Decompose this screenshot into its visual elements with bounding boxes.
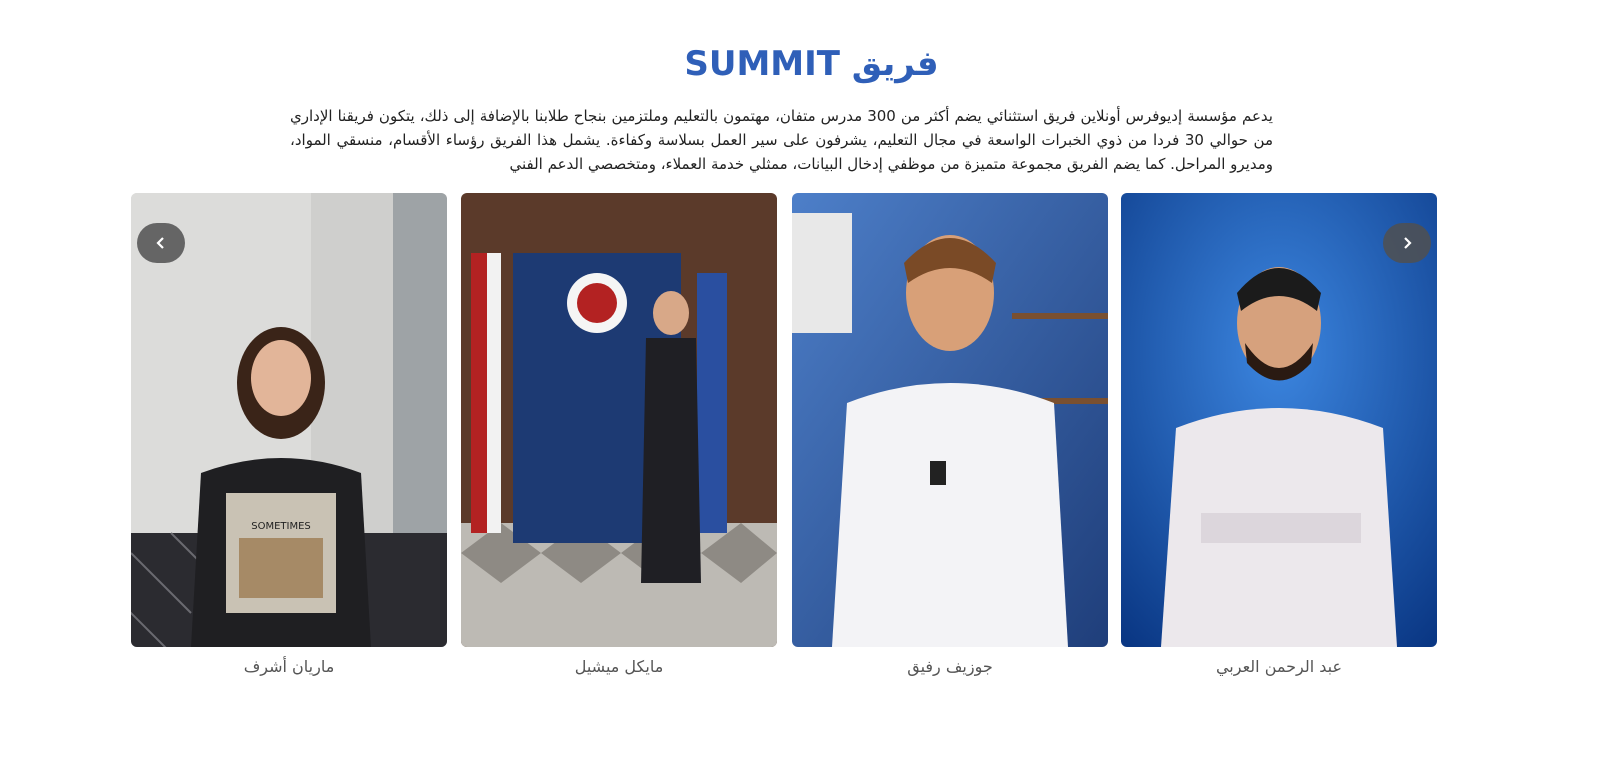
svg-text:SOMETIMES: SOMETIMES (251, 521, 311, 532)
team-card[interactable]: عبد الرحمن العربي (1121, 193, 1437, 676)
member-photo (792, 193, 1108, 647)
member-photo (461, 193, 777, 647)
team-card[interactable]: SOMETIMES ماريان أشرف (131, 193, 447, 676)
carousel-prev-button[interactable] (137, 223, 185, 263)
section-description: يدعم مؤسسة إديوفرس أونلاين فريق استثنائي… (290, 107, 1273, 173)
section-title: فريق SUMMIT (684, 44, 939, 84)
chevron-left-icon (156, 237, 164, 249)
team-card[interactable]: جوزيف رفيق (792, 193, 1108, 676)
member-photo (1121, 193, 1437, 647)
member-name: مايكل ميشيل (574, 657, 664, 676)
carousel-next-button[interactable] (1383, 223, 1431, 263)
member-photo: SOMETIMES (131, 193, 447, 647)
member-name: ماريان أشرف (243, 657, 335, 676)
team-card[interactable]: مايكل ميشيل (461, 193, 777, 676)
team-carousel: SOMETIMES ماريان أشرف مايكل ميشيل جوزيف … (131, 193, 1437, 683)
member-name: جوزيف رفيق (907, 657, 993, 676)
chevron-right-icon (1404, 237, 1412, 249)
member-name: عبد الرحمن العربي (1215, 657, 1343, 676)
